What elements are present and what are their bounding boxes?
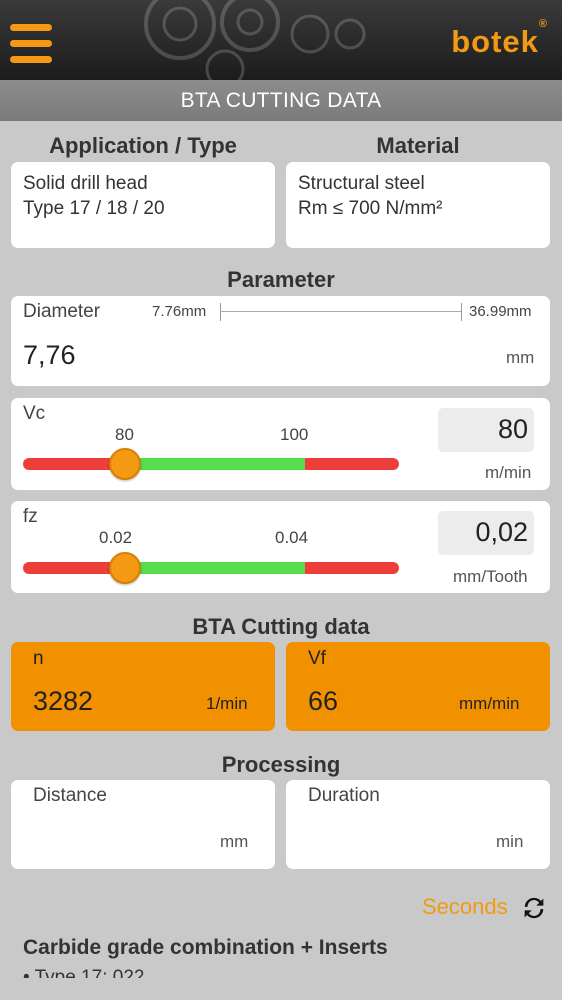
duration-card: Duration min	[286, 780, 550, 869]
diameter-max: 36.99mm	[469, 303, 532, 320]
fz-card: fz 0.02 0.04 0,02 mm/Tooth	[11, 501, 550, 593]
time-unit-toggle[interactable]: Seconds	[422, 894, 508, 920]
parameter-heading: Parameter	[227, 267, 335, 292]
brand-logo: botek®	[451, 17, 548, 59]
material-heading: Material	[376, 133, 460, 158]
vc-slider-handle[interactable]	[108, 448, 141, 480]
vc-slider-optimal-range	[123, 458, 305, 470]
processing-heading: Processing	[221, 752, 341, 777]
vc-label: Vc	[23, 403, 46, 424]
fz-tick-high: 0.04	[275, 528, 309, 547]
cutting-heading: BTA Cutting data	[192, 614, 370, 639]
vf-unit: mm/min	[459, 694, 520, 713]
n-result-card: n 3282 1/min	[11, 642, 275, 731]
vc-card: Vc 80 100 80 m/min	[11, 398, 550, 490]
vc-tick-high: 100	[280, 425, 309, 444]
fz-slider-handle[interactable]	[108, 552, 141, 584]
range-tick-right	[461, 303, 462, 321]
application-line1: Solid drill head	[23, 173, 148, 194]
refresh-icon[interactable]	[520, 894, 548, 922]
vf-result-card: Vf 66 mm/min	[286, 642, 550, 731]
vc-tick-low: 80	[115, 425, 134, 444]
material-line2: Rm ≤ 700 N/mm²	[298, 198, 443, 219]
distance-card[interactable]: Distance mm	[11, 780, 275, 869]
menu-button[interactable]	[10, 24, 54, 66]
fz-value-field[interactable]: 0,02	[438, 511, 534, 555]
vc-value-field[interactable]: 80	[438, 408, 534, 452]
app-header: botek®	[0, 0, 562, 80]
n-value: 3282	[33, 686, 94, 716]
duration-unit: min	[496, 832, 524, 851]
duration-label: Duration	[308, 785, 380, 806]
distance-unit: mm	[220, 832, 249, 851]
fz-label: fz	[23, 506, 38, 527]
diameter-unit: mm	[506, 348, 535, 367]
carbide-section-title: Carbide grade combination + Inserts	[23, 936, 388, 959]
diameter-min: 7.76mm	[152, 303, 207, 320]
n-unit: 1/min	[206, 694, 248, 713]
diameter-range-line	[220, 311, 462, 312]
n-label: n	[33, 648, 44, 669]
diameter-label: Diameter	[23, 301, 101, 322]
distance-label: Distance	[33, 785, 107, 806]
diameter-card[interactable]: Diameter 7.76mm 36.99mm 7,76 mm	[11, 296, 550, 386]
fz-tick-low: 0.02	[99, 528, 133, 547]
application-line2: Type 17 / 18 / 20	[23, 198, 165, 219]
application-card[interactable]: Solid drill head Type 17 / 18 / 20	[11, 162, 275, 248]
range-tick-left	[220, 303, 221, 321]
vc-unit: m/min	[485, 463, 532, 482]
material-card[interactable]: Structural steel Rm ≤ 700 N/mm²	[286, 162, 550, 248]
application-heading: Application / Type	[49, 133, 237, 158]
gears-decoration-icon	[144, 0, 366, 80]
vf-label: Vf	[308, 648, 326, 669]
fz-unit: mm/Tooth	[453, 567, 528, 586]
diameter-input[interactable]: 7,76	[23, 340, 76, 371]
vf-value: 66	[308, 686, 339, 716]
page-title: BTA CUTTING DATA	[0, 80, 562, 121]
fz-slider-optimal-range	[123, 562, 305, 574]
material-line1: Structural steel	[298, 173, 425, 194]
carbide-list-item: • Type 17: 022	[23, 967, 145, 978]
